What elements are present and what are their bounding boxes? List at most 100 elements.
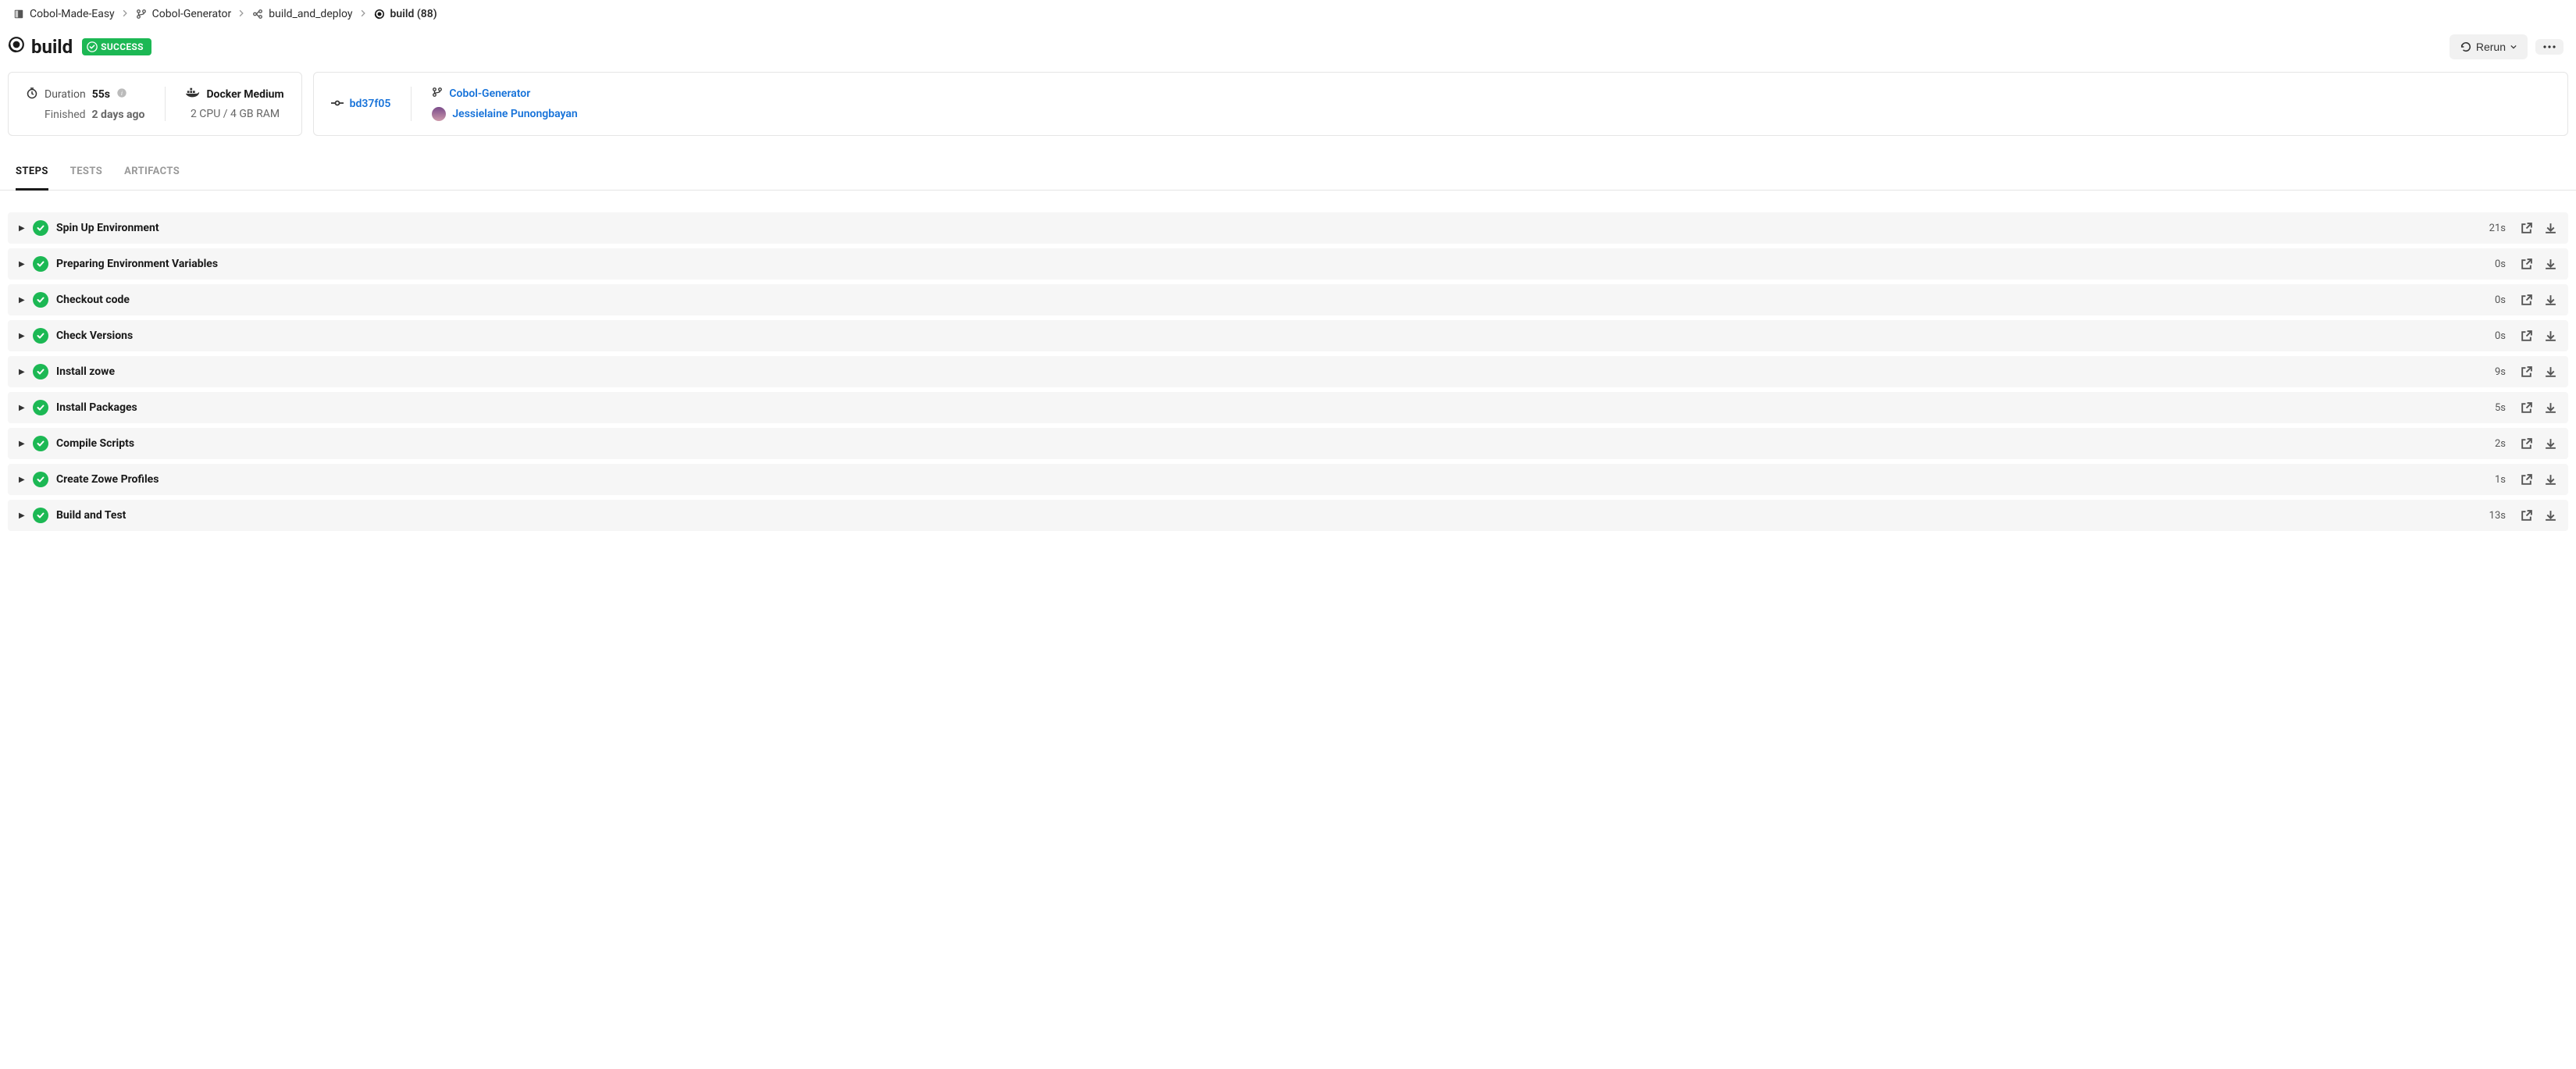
step-name: Check Versions: [56, 330, 2487, 342]
open-external-icon[interactable]: [2520, 509, 2533, 522]
step-success-icon: [33, 220, 48, 236]
open-external-icon[interactable]: [2520, 473, 2533, 486]
chevron-right-icon: [237, 9, 245, 20]
download-icon[interactable]: [2544, 365, 2557, 379]
step-duration: 0s: [2495, 294, 2506, 306]
author-avatar: [432, 107, 446, 121]
step-row[interactable]: ▶ Spin Up Environment 21s: [8, 212, 2568, 244]
open-external-icon[interactable]: [2520, 437, 2533, 451]
step-success-icon: [33, 256, 48, 272]
finished-label: Finished: [45, 109, 86, 121]
step-duration: 2s: [2495, 438, 2506, 450]
expand-caret-icon: ▶: [19, 296, 25, 305]
branch-icon: [135, 8, 148, 20]
expand-caret-icon: ▶: [19, 260, 25, 269]
breadcrumb-project[interactable]: Cobol-Made-Easy: [12, 8, 115, 20]
step-duration: 0s: [2495, 258, 2506, 270]
info-icon[interactable]: i: [116, 87, 127, 102]
status-label: SUCCESS: [101, 41, 144, 52]
download-icon[interactable]: [2544, 294, 2557, 307]
author-link[interactable]: Jessielaine Punongbayan: [452, 108, 577, 120]
expand-caret-icon: ▶: [19, 332, 25, 340]
workflow-icon: [251, 8, 264, 20]
step-name: Compile Scripts: [56, 437, 2487, 450]
expand-caret-icon: ▶: [19, 404, 25, 412]
step-name: Create Zowe Profiles: [56, 473, 2487, 486]
step-success-icon: [33, 472, 48, 487]
executor-name: Docker Medium: [206, 88, 283, 101]
commit-icon: [331, 98, 344, 110]
step-success-icon: [33, 508, 48, 523]
duration-label: Duration: [45, 88, 86, 101]
check-circle-icon: [87, 41, 98, 52]
open-external-icon[interactable]: [2520, 330, 2533, 343]
job-icon: [373, 8, 386, 20]
finished-value: 2 days ago: [92, 109, 145, 121]
stopwatch-icon: [26, 87, 38, 102]
tab-artifacts[interactable]: ARTIFACTS: [124, 155, 180, 190]
execution-info-card: Duration 55s i Finished 2 days ago Docke…: [8, 72, 302, 136]
commit-hash-link[interactable]: bd37f05: [350, 98, 391, 110]
step-row[interactable]: ▶ Preparing Environment Variables 0s: [8, 248, 2568, 280]
step-row[interactable]: ▶ Create Zowe Profiles 1s: [8, 464, 2568, 495]
download-icon[interactable]: [2544, 222, 2557, 235]
step-row[interactable]: ▶ Install zowe 9s: [8, 356, 2568, 387]
step-duration: 0s: [2495, 330, 2506, 342]
step-success-icon: [33, 400, 48, 415]
branch-link[interactable]: Cobol-Generator: [449, 87, 530, 100]
more-options-button[interactable]: [2535, 39, 2564, 55]
status-badge: SUCCESS: [82, 38, 151, 55]
tab-tests[interactable]: TESTS: [70, 155, 102, 190]
download-icon[interactable]: [2544, 437, 2557, 451]
chevron-right-icon: [121, 9, 129, 20]
job-header: build SUCCESS Rerun: [0, 28, 2576, 72]
job-tabs: STEPS TESTS ARTIFACTS: [0, 155, 2576, 191]
breadcrumb-label: build (88): [390, 8, 437, 20]
executor-resources: 2 CPU / 4 GB RAM: [191, 108, 280, 120]
download-icon[interactable]: [2544, 509, 2557, 522]
refresh-icon: [2460, 41, 2471, 52]
svg-text:i: i: [121, 90, 123, 97]
chevron-down-icon: [2510, 45, 2517, 49]
step-row[interactable]: ▶ Compile Scripts 2s: [8, 428, 2568, 459]
page-title-text: build: [31, 36, 73, 58]
download-icon[interactable]: [2544, 473, 2557, 486]
ellipsis-icon: [2543, 45, 2556, 48]
breadcrumb-workflow[interactable]: build_and_deploy: [251, 8, 352, 20]
step-name: Install Packages: [56, 401, 2487, 414]
rerun-button[interactable]: Rerun: [2450, 34, 2528, 59]
duration-value: 55s: [92, 88, 110, 101]
step-row[interactable]: ▶ Build and Test 13s: [8, 500, 2568, 531]
open-external-icon[interactable]: [2520, 401, 2533, 415]
step-duration: 21s: [2489, 223, 2506, 234]
step-success-icon: [33, 292, 48, 308]
step-name: Install zowe: [56, 365, 2487, 378]
breadcrumb-branch[interactable]: Cobol-Generator: [135, 8, 232, 20]
step-duration: 5s: [2495, 402, 2506, 414]
download-icon[interactable]: [2544, 330, 2557, 343]
expand-caret-icon: ▶: [19, 368, 25, 376]
download-icon[interactable]: [2544, 258, 2557, 271]
commit-info-card: bd37f05 Cobol-Generator Jessielaine Puno…: [313, 72, 2568, 136]
step-duration: 13s: [2489, 510, 2506, 522]
open-external-icon[interactable]: [2520, 294, 2533, 307]
breadcrumb-label: Cobol-Generator: [152, 8, 232, 20]
download-icon[interactable]: [2544, 401, 2557, 415]
project-icon: [12, 8, 25, 20]
expand-caret-icon: ▶: [19, 476, 25, 484]
step-row[interactable]: ▶ Check Versions 0s: [8, 320, 2568, 351]
steps-list: ▶ Spin Up Environment 21s ▶ Preparing En…: [0, 191, 2576, 539]
step-success-icon: [33, 436, 48, 451]
open-external-icon[interactable]: [2520, 258, 2533, 271]
open-external-icon[interactable]: [2520, 365, 2533, 379]
job-meta: Duration 55s i Finished 2 days ago Docke…: [0, 72, 2576, 141]
tab-steps[interactable]: STEPS: [16, 155, 48, 191]
open-external-icon[interactable]: [2520, 222, 2533, 235]
chevron-right-icon: [359, 9, 367, 20]
job-icon: [8, 36, 25, 58]
rerun-label: Rerun: [2476, 41, 2506, 53]
step-row[interactable]: ▶ Checkout code 0s: [8, 284, 2568, 315]
expand-caret-icon: ▶: [19, 224, 25, 233]
breadcrumb-job[interactable]: build (88): [373, 8, 437, 20]
step-row[interactable]: ▶ Install Packages 5s: [8, 392, 2568, 423]
